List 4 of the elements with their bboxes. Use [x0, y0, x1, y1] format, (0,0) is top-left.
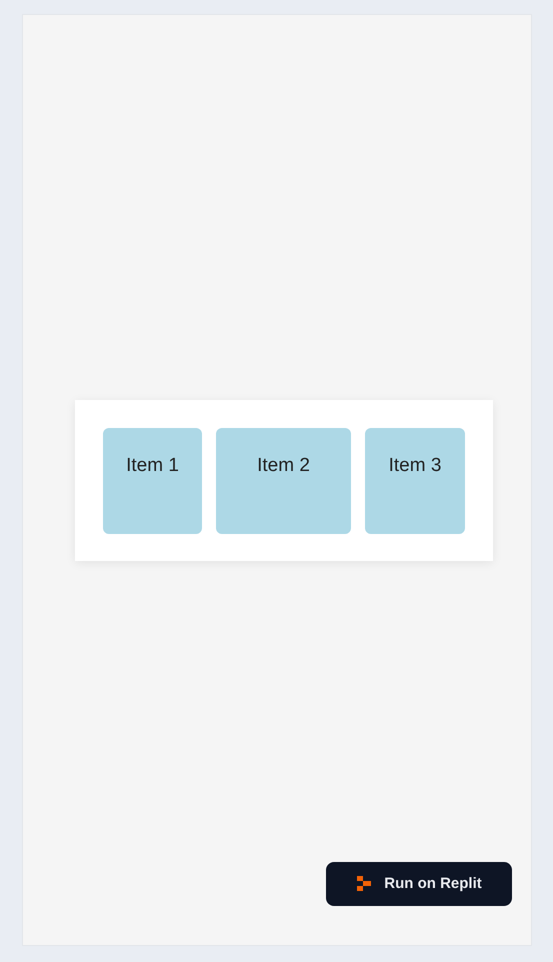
run-on-replit-button[interactable]: Run on Replit [326, 862, 512, 906]
item-tile: Item 2 [216, 428, 351, 534]
item-tile: Item 3 [365, 428, 465, 534]
item-tile: Item 1 [103, 428, 202, 534]
